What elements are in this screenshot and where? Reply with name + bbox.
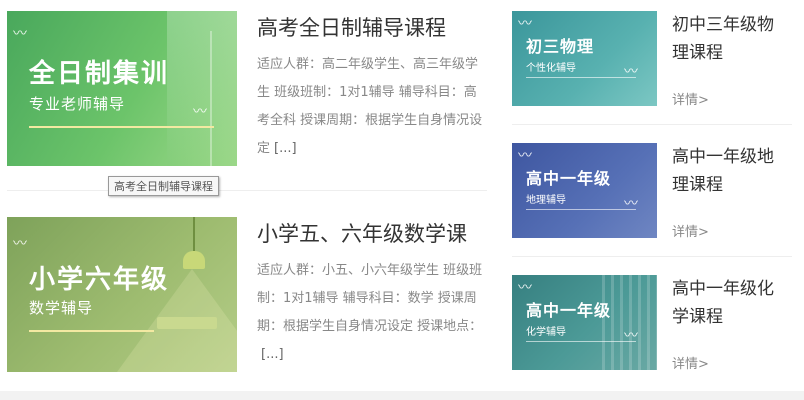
wave-decor: 〰 (193, 104, 207, 120)
wave-decor: 〰 (13, 26, 27, 42)
lamp-cord (193, 217, 195, 251)
details-link[interactable]: 详情> (672, 89, 709, 108)
window-decor (167, 11, 237, 166)
details-link[interactable]: 详情> (672, 353, 709, 372)
thumbnail-subtitle: 个性化辅导 (526, 63, 576, 74)
course-title[interactable]: 高考全日制辅导课程 (257, 12, 446, 42)
thumbnail-subtitle: 化学辅导 (526, 327, 566, 338)
course-description: 适应人群：小五、小六年级学生 班级班制：1对1辅导 辅导科目：数学 授课周期：根… (257, 257, 489, 369)
thumbnail-title: 初三物理 (526, 37, 595, 56)
wave-decor: 〰 (624, 328, 638, 344)
thumbnail-underline (29, 126, 214, 128)
more-link[interactable]: [...] (261, 347, 284, 362)
thumbnail-underline (526, 341, 636, 342)
thumbnail-title: 全日制集训 (29, 59, 170, 89)
lamp-icon (183, 251, 205, 269)
wave-decor: 〰 (624, 64, 638, 80)
thumbnail-underline (526, 77, 636, 78)
shelf-decor (602, 275, 657, 370)
divider (512, 124, 792, 125)
thumbnail-subtitle: 地理辅导 (526, 195, 566, 206)
course-title[interactable]: 小学五、六年级数学课 (257, 218, 467, 248)
thumbnail-underline (526, 209, 636, 210)
divider (7, 190, 487, 191)
course-title[interactable]: 高中一年级化学课程 (672, 275, 787, 331)
window-frame (210, 31, 212, 166)
thumbnail-subtitle: 专业老师辅导 (29, 95, 126, 113)
thumbnail-subtitle: 数学辅导 (29, 299, 94, 317)
thumbnail-underline (29, 330, 154, 332)
course-title[interactable]: 高中一年级地理课程 (672, 143, 787, 199)
tooltip: 高考全日制辅导课程 (108, 176, 219, 196)
footer-bar (0, 391, 804, 400)
wave-decor: 〰 (518, 16, 532, 32)
thumbnail-title: 高中一年级 (526, 169, 612, 188)
book-icon (157, 317, 217, 329)
more-link[interactable]: [...] (274, 141, 297, 156)
course-thumbnail[interactable]: 〰 小学六年级 数学辅导 (7, 217, 237, 372)
wave-decor: 〰 (624, 196, 638, 212)
course-description: 适应人群：高二年级学生、高三年级学生 班级班制：1对1辅导 辅导科目：高考全科 … (257, 51, 489, 163)
divider (512, 256, 792, 257)
wave-decor: 〰 (518, 280, 532, 296)
wave-decor: 〰 (518, 148, 532, 164)
course-thumbnail-geography[interactable]: 〰 〰 高中一年级 地理辅导 (512, 143, 657, 238)
thumbnail-title: 小学六年级 (29, 265, 170, 295)
course-thumbnail[interactable]: 〰 〰 全日制集训 专业老师辅导 (7, 11, 237, 166)
course-thumbnail-chemistry[interactable]: 〰 〰 高中一年级 化学辅导 (512, 275, 657, 370)
details-link[interactable]: 详情> (672, 221, 709, 240)
course-description-text: 适应人群：小五、小六年级学生 班级班制：1对1辅导 辅导科目：数学 授课周期：根… (257, 263, 483, 334)
wave-decor: 〰 (13, 236, 27, 252)
course-title[interactable]: 初中三年级物理课程 (672, 11, 787, 67)
course-thumbnail-physics[interactable]: 〰 〰 初三物理 个性化辅导 (512, 11, 657, 106)
thumbnail-title: 高中一年级 (526, 301, 612, 320)
